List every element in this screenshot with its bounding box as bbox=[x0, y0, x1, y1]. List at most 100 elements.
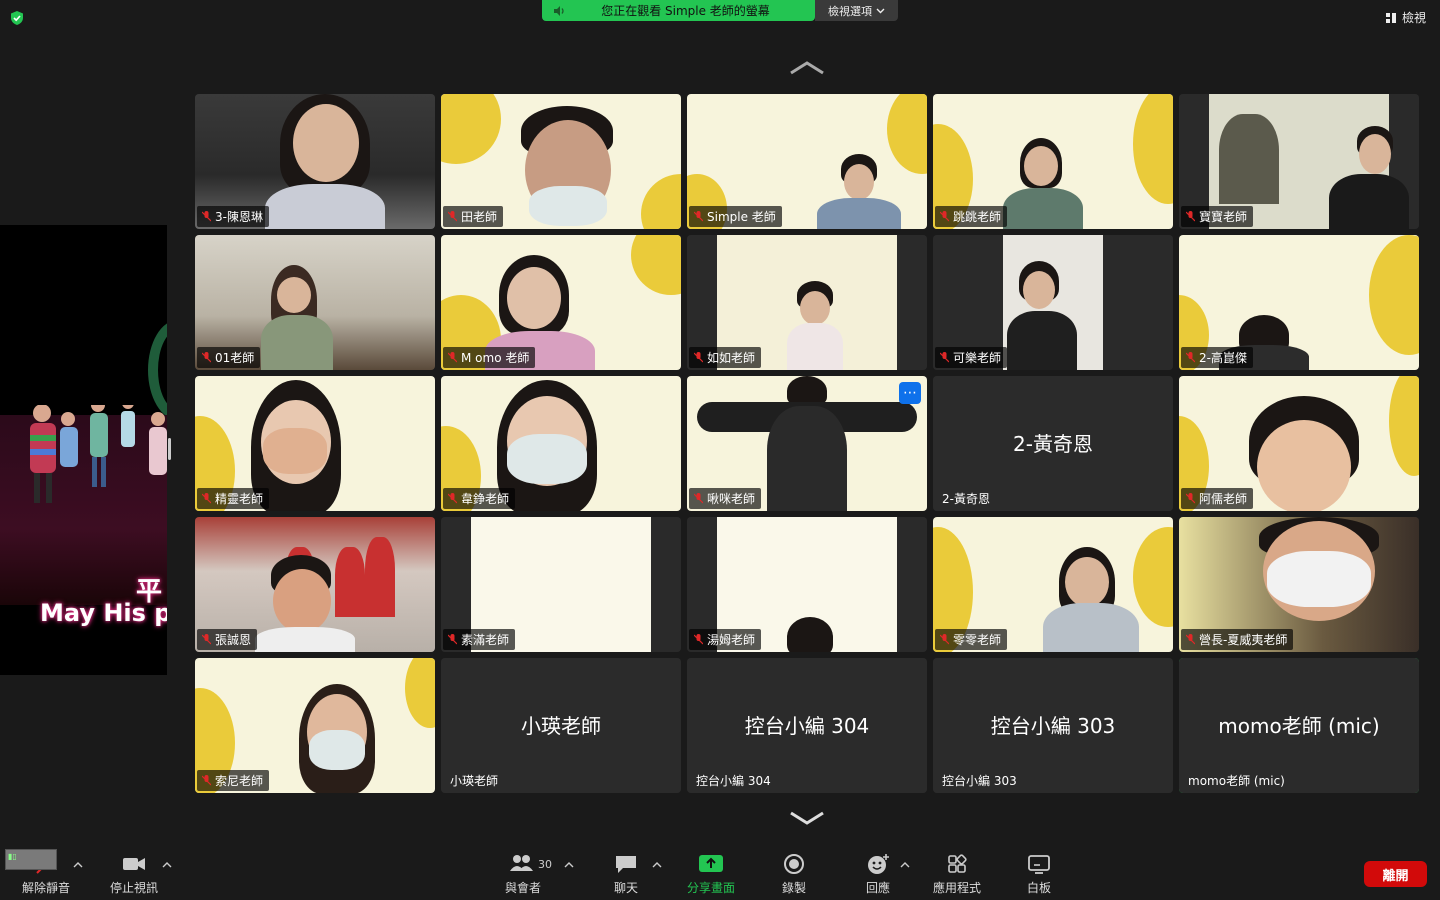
participant-tile[interactable]: 2-黃奇恩 2-黃奇恩 bbox=[933, 376, 1173, 511]
apps-button[interactable]: 應用程式 bbox=[928, 853, 986, 896]
mic-muted-icon bbox=[1186, 634, 1195, 645]
mic-muted-icon bbox=[448, 352, 457, 363]
participant-name-label: momo老師 (mic) bbox=[1188, 774, 1285, 788]
participant-name-label: 小瑛老師 bbox=[450, 774, 499, 788]
participant-tile[interactable]: Simple 老師 bbox=[687, 94, 927, 229]
mic-muted-icon bbox=[202, 493, 211, 504]
chevron-up-icon[interactable] bbox=[564, 861, 574, 869]
participant-name-label: 跳跳老師 bbox=[935, 206, 1008, 227]
participant-name-label: 2-黃奇恩 bbox=[942, 492, 990, 506]
participant-tile[interactable]: 阿儒老師 bbox=[1179, 376, 1419, 511]
self-view-thumbnail[interactable]: ▮▯ bbox=[5, 849, 57, 870]
page-down-arrow-icon[interactable] bbox=[787, 808, 827, 828]
lyric-line-2: May His pe bbox=[40, 599, 167, 627]
shared-screen-view[interactable]: 平 May His pe bbox=[0, 225, 167, 675]
meeting-toolbar: 解除靜音 停止視訊 與會者 30 聊天 分享畫面 錄製 回應 應用程式 白板 離… bbox=[0, 847, 1440, 900]
share-screen-label: 分享畫面 bbox=[686, 881, 735, 895]
mic-muted-icon bbox=[448, 634, 457, 645]
children-choir-image bbox=[30, 405, 167, 503]
participant-tile[interactable]: 可樂老師 bbox=[933, 235, 1173, 370]
mic-muted-icon bbox=[448, 493, 457, 504]
leave-meeting-button[interactable]: 離開 bbox=[1364, 861, 1427, 887]
participant-tile[interactable]: 零零老師 bbox=[933, 517, 1173, 652]
screen-share-banner: 您正在觀看 Simple 老師的螢幕 bbox=[542, 0, 815, 21]
mic-muted-icon bbox=[202, 634, 211, 645]
view-label: 檢視 bbox=[1401, 11, 1426, 25]
mic-muted-icon bbox=[1186, 352, 1195, 363]
participant-name-label: 如如老師 bbox=[689, 347, 762, 368]
participant-name-label: 啾咪老師 bbox=[689, 488, 762, 509]
participant-tile[interactable]: 素滿老師 bbox=[441, 517, 681, 652]
participant-tile[interactable]: 3-陳恩琳 bbox=[195, 94, 435, 229]
resize-handle[interactable] bbox=[168, 438, 171, 460]
participant-name-label: 精靈老師 bbox=[197, 488, 270, 509]
chevron-down-icon bbox=[876, 8, 885, 13]
participant-name-label: 3-陳恩琳 bbox=[197, 206, 269, 227]
participant-tile[interactable]: 寶寶老師 bbox=[1179, 94, 1419, 229]
chat-bubble-icon bbox=[616, 856, 636, 873]
participant-tile[interactable]: 控台小編 303 控台小編 303 bbox=[933, 658, 1173, 793]
participant-tile[interactable]: 湯姆老師 bbox=[687, 517, 927, 652]
view-button[interactable]: 檢視 bbox=[1385, 9, 1426, 26]
participant-name-label: 控台小編 303 bbox=[942, 774, 1017, 788]
mic-muted-icon bbox=[694, 352, 703, 363]
view-options-button[interactable]: 檢視選項 bbox=[815, 0, 898, 21]
participant-name-label: M omo 老師 bbox=[443, 347, 536, 368]
participant-tile[interactable]: ⋯ 啾咪老師 bbox=[687, 376, 927, 511]
participant-display-name: 控台小編 304 bbox=[744, 714, 870, 738]
participant-name-label: 素滿老師 bbox=[443, 629, 516, 650]
participant-name-label: 湯姆老師 bbox=[689, 629, 762, 650]
whiteboard-label: 白板 bbox=[1026, 881, 1051, 895]
mic-muted-icon bbox=[940, 352, 949, 363]
participant-name-label: 寶寶老師 bbox=[1181, 206, 1254, 227]
audio-level-indicator: ▮▯ bbox=[8, 852, 17, 861]
participant-tile[interactable]: 精靈老師 bbox=[195, 376, 435, 511]
stop-video-label: 停止視訊 bbox=[109, 881, 158, 895]
participant-tile[interactable]: 控台小編 304 控台小編 304 bbox=[687, 658, 927, 793]
stop-video-button[interactable]: 停止視訊 bbox=[106, 853, 162, 896]
reactions-button[interactable]: 回應 bbox=[858, 853, 898, 896]
video-camera-icon bbox=[123, 858, 145, 870]
participant-tile[interactable]: 跳跳老師 bbox=[933, 94, 1173, 229]
participant-display-name: momo老師 (mic) bbox=[1218, 714, 1380, 738]
participant-tile[interactable]: M omo 老師 bbox=[441, 235, 681, 370]
record-icon bbox=[784, 854, 804, 874]
view-options-label: 檢視選項 bbox=[828, 4, 872, 18]
chevron-up-icon[interactable] bbox=[162, 861, 172, 869]
participant-tile[interactable]: 營長-夏威夷老師 bbox=[1179, 517, 1419, 652]
participant-name-label: 零零老師 bbox=[935, 629, 1008, 650]
participant-tile[interactable]: 張誠恩 bbox=[195, 517, 435, 652]
chevron-up-icon[interactable] bbox=[652, 861, 662, 869]
mic-muted-icon bbox=[202, 775, 211, 786]
record-button[interactable]: 錄製 bbox=[774, 853, 814, 896]
participant-tile[interactable]: 田老師 bbox=[441, 94, 681, 229]
participant-name-label: 01老師 bbox=[197, 347, 261, 368]
mic-muted-icon bbox=[694, 634, 703, 645]
mic-muted-icon bbox=[694, 211, 703, 222]
mic-muted-icon bbox=[1186, 211, 1195, 222]
page-up-arrow-icon[interactable] bbox=[787, 58, 827, 78]
shield-check-icon[interactable] bbox=[9, 10, 25, 26]
participant-name-label: 田老師 bbox=[443, 206, 504, 227]
reactions-label: 回應 bbox=[865, 881, 890, 895]
share-screen-button[interactable]: 分享畫面 bbox=[684, 853, 738, 896]
participant-name-label: 韋錚老師 bbox=[443, 488, 516, 509]
apps-icon bbox=[948, 854, 967, 873]
speaker-icon[interactable] bbox=[552, 4, 566, 18]
participant-display-name: 2-黃奇恩 bbox=[1013, 432, 1093, 456]
participant-tile[interactable]: 小瑛老師 小瑛老師 bbox=[441, 658, 681, 793]
participant-tile[interactable]: 如如老師 bbox=[687, 235, 927, 370]
participant-name-label: 阿儒老師 bbox=[1181, 488, 1254, 509]
participant-tile[interactable]: 索尼老師 bbox=[195, 658, 435, 793]
chat-button[interactable]: 聊天 bbox=[606, 853, 646, 896]
participant-tile-active-speaker[interactable]: momo老師 (mic) momo老師 (mic) bbox=[1179, 658, 1419, 793]
participant-tile[interactable]: 韋錚老師 bbox=[441, 376, 681, 511]
participant-tile[interactable]: 2-高崑傑 bbox=[1179, 235, 1419, 370]
participant-tile[interactable]: 01老師 bbox=[195, 235, 435, 370]
chevron-up-icon[interactable] bbox=[900, 861, 910, 869]
chevron-up-icon[interactable] bbox=[73, 861, 83, 869]
more-options-button[interactable]: ⋯ bbox=[899, 382, 921, 404]
whiteboard-button[interactable]: 白板 bbox=[1022, 853, 1056, 896]
grid-view-icon bbox=[1385, 12, 1396, 23]
participants-icon bbox=[510, 855, 533, 871]
